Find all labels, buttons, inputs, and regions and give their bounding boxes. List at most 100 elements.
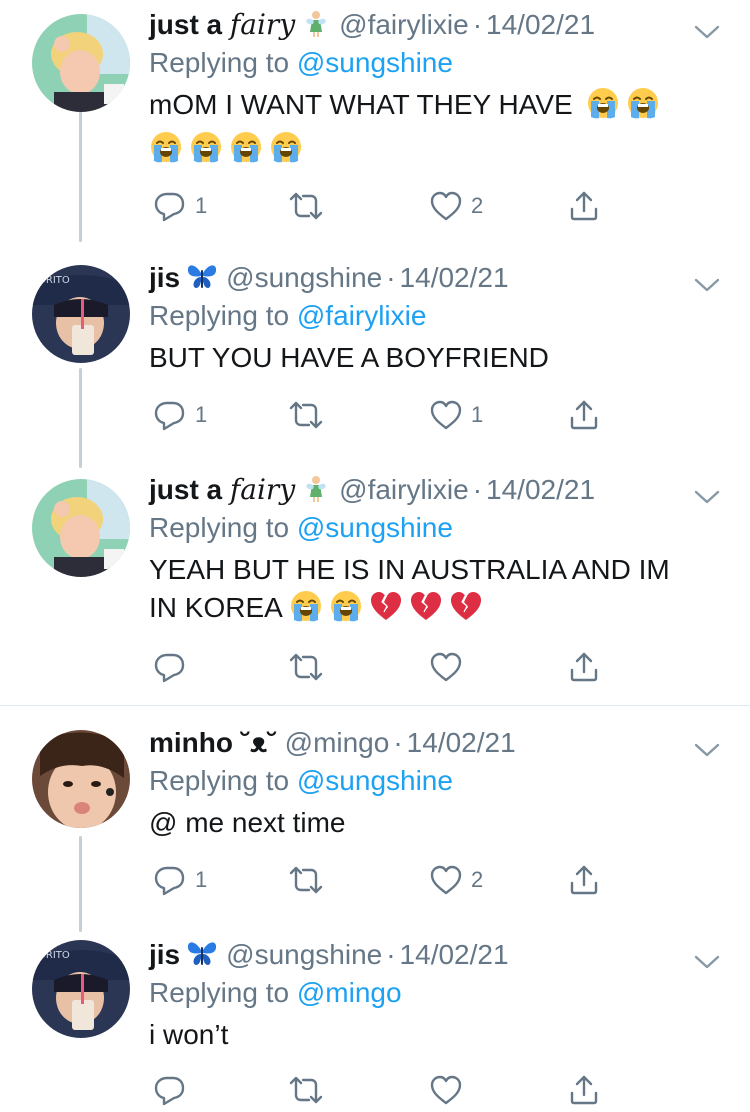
display-name[interactable]: just a fairy — [149, 473, 295, 506]
tweet-text: i won’t — [149, 1019, 229, 1050]
tweet-text: YEAH BUT HE IS IN AUSTRALIA AND IM IN KO… — [149, 551, 720, 633]
share-button[interactable] — [567, 188, 601, 224]
display-name[interactable]: jis — [149, 262, 180, 293]
reply-icon — [153, 863, 187, 897]
timestamp[interactable]: 14/02/21 — [407, 727, 516, 758]
reply-button[interactable]: 1 — [153, 397, 207, 433]
handle[interactable]: @fairylixie — [339, 474, 469, 505]
loudly-crying-face-icon — [149, 130, 183, 174]
share-icon — [567, 189, 601, 223]
chevron-down-icon[interactable] — [694, 479, 720, 513]
handle[interactable]: @sungshine — [226, 262, 382, 293]
tweet[interactable]: just a fairy @fairylixie · 14/02/21 Replyin… — [0, 0, 750, 245]
butterfly-icon — [186, 261, 218, 299]
svg-text:ORITO: ORITO — [38, 950, 70, 961]
tweet-header: jis @sungshine · 14/02/21 — [149, 261, 720, 297]
avatar[interactable]: ORITO — [32, 265, 130, 363]
avatar-image — [32, 730, 130, 828]
separator-dot: · — [386, 939, 396, 970]
retweet-button[interactable] — [287, 862, 333, 898]
broken-heart-icon — [409, 589, 443, 633]
display-name[interactable]: just a fairy — [149, 8, 295, 41]
broken-heart-icon — [449, 589, 483, 633]
share-icon — [567, 1073, 601, 1107]
like-count: 2 — [471, 193, 484, 218]
timestamp[interactable]: 14/02/21 — [400, 262, 509, 293]
retweet-button[interactable] — [287, 1072, 333, 1108]
share-button[interactable] — [567, 397, 601, 433]
tweet-text: BUT YOU HAVE A BOYFRIEND — [149, 342, 549, 373]
tweet-text: mOM I WANT WHAT THEY HAVE — [149, 86, 720, 174]
like-icon — [429, 650, 463, 684]
replying-to: Replying to @fairylixie — [149, 300, 427, 331]
retweet-icon — [287, 398, 325, 432]
chevron-down-icon[interactable] — [694, 267, 720, 301]
avatar-image: ORITO — [32, 940, 130, 1038]
share-button[interactable] — [567, 1072, 601, 1108]
retweet-icon — [287, 189, 325, 223]
retweet-button[interactable] — [287, 188, 333, 224]
like-button[interactable]: 2 — [429, 862, 483, 898]
loudly-crying-face-icon — [289, 589, 323, 633]
timestamp[interactable]: 14/02/21 — [486, 474, 595, 505]
reply-button[interactable] — [153, 1072, 195, 1108]
like-button[interactable] — [429, 1072, 471, 1108]
retweet-icon — [287, 650, 325, 684]
like-count: 1 — [471, 402, 484, 427]
timestamp[interactable]: 14/02/21 — [400, 939, 509, 970]
reply-button[interactable]: 1 — [153, 862, 207, 898]
tweet[interactable]: minho ˘ᴥ˘ @mingo · 14/02/21 Replying to @su… — [0, 706, 750, 926]
retweet-icon — [287, 1073, 325, 1107]
like-button[interactable]: 2 — [429, 188, 483, 224]
handle[interactable]: @mingo — [285, 727, 390, 758]
reply-button[interactable]: 1 — [153, 188, 207, 224]
replying-to: Replying to @sungshine — [149, 512, 453, 543]
replying-to: Replying to @mingo — [149, 977, 402, 1008]
avatar[interactable]: ORITO — [32, 940, 130, 1038]
retweet-button[interactable] — [287, 649, 333, 685]
tweet[interactable]: ORITO jis @sungshine · 14/02/21 Replying to… — [0, 245, 750, 465]
like-button[interactable]: 1 — [429, 397, 483, 433]
like-icon — [429, 398, 463, 432]
like-icon — [429, 189, 463, 223]
display-name[interactable]: minho ˘ᴥ˘ — [149, 727, 277, 758]
replying-to: Replying to @sungshine — [149, 765, 453, 796]
fairy-icon — [301, 473, 331, 511]
tweet[interactable]: just a fairy @fairylixie · 14/02/21 Replyin… — [0, 465, 750, 705]
chevron-down-icon[interactable] — [694, 732, 720, 766]
share-icon — [567, 398, 601, 432]
chevron-down-icon[interactable] — [694, 944, 720, 978]
handle[interactable]: @fairylixie — [339, 9, 469, 40]
avatar[interactable] — [32, 14, 130, 112]
avatar-image: ORITO — [32, 265, 130, 363]
loudly-crying-face-icon — [329, 589, 363, 633]
reply-icon — [153, 189, 187, 223]
avatar[interactable] — [32, 479, 130, 577]
share-button[interactable] — [567, 649, 601, 685]
retweet-icon — [287, 863, 325, 897]
avatar-image — [32, 479, 130, 577]
tweet-header: just a fairy @fairylixie · 14/02/21 — [149, 473, 720, 509]
reply-button[interactable] — [153, 649, 195, 685]
share-icon — [567, 863, 601, 897]
replying-to-link[interactable]: @sungshine — [297, 47, 453, 78]
broken-heart-icon — [369, 589, 403, 633]
chevron-down-icon[interactable] — [694, 14, 720, 48]
avatar[interactable] — [32, 730, 130, 828]
like-count: 2 — [471, 867, 484, 892]
like-button[interactable] — [429, 649, 471, 685]
share-button[interactable] — [567, 862, 601, 898]
replying-to-link[interactable]: @sungshine — [297, 765, 453, 796]
handle[interactable]: @sungshine — [226, 939, 382, 970]
display-name[interactable]: jis — [149, 939, 180, 970]
separator-dot: · — [472, 474, 483, 505]
like-icon — [429, 1073, 463, 1107]
replying-to-link[interactable]: @sungshine — [297, 512, 453, 543]
replying-to-link[interactable]: @fairylixie — [297, 300, 427, 331]
butterfly-icon — [186, 938, 218, 976]
replying-to-link[interactable]: @mingo — [297, 977, 402, 1008]
timestamp[interactable]: 14/02/21 — [486, 9, 595, 40]
loudly-crying-face-icon — [189, 130, 223, 174]
tweet[interactable]: ORITO jis @sungshine · 14/02/21 Replying to… — [0, 926, 750, 1108]
retweet-button[interactable] — [287, 397, 333, 433]
